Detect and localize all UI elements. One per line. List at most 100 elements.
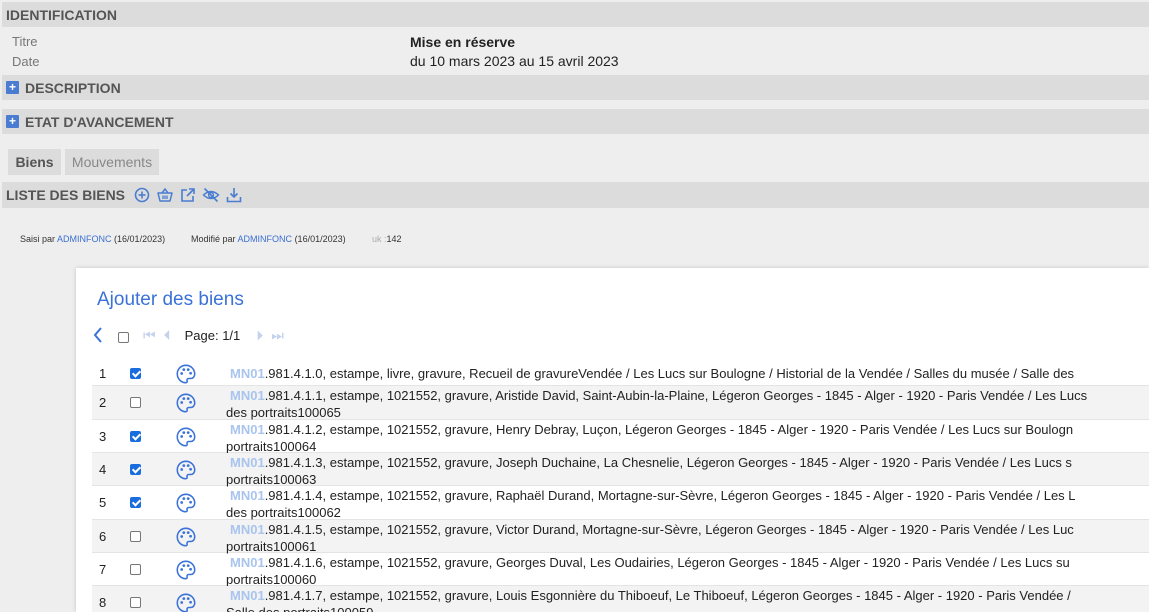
row-checkbox[interactable] — [130, 397, 141, 408]
row-number: 5 — [99, 495, 107, 510]
uk-value: 142 — [386, 234, 402, 244]
item-inventory-text: .981.4.1.7, estampe, 1021552, gravure, L… — [264, 588, 1071, 603]
item-description-line1: MN01.981.4.1.1, estampe, 1021552, gravur… — [226, 387, 1087, 404]
item-inventory-text: .981.4.1.5, estampe, 1021552, gravure, V… — [264, 522, 1074, 537]
row-number: 1 — [99, 366, 107, 381]
item-inventory-text: .981.4.1.4, estampe, 1021552, gravure, R… — [264, 488, 1076, 503]
item-description[interactable]: MN01.981.4.1.6, estampe, 1021552, gravur… — [226, 554, 1070, 588]
table-row[interactable]: 5 MN01.981.4.1.4, estampe, 1021552, gravu… — [92, 486, 1149, 520]
palette-icon[interactable] — [175, 592, 197, 612]
item-description-line2: des portraits100062 — [226, 505, 341, 520]
item-description-line2: des portraits100065 — [226, 405, 341, 420]
item-inventory-text: .981.4.1.2, estampe, 1021552, gravure, H… — [264, 422, 1074, 437]
row-number: 4 — [99, 462, 107, 477]
item-description-line1: MN01.981.4.1.4, estampe, 1021552, gravur… — [226, 487, 1076, 504]
basket-icon[interactable] — [156, 186, 174, 204]
item-inventory-text: .981.4.1.3, estampe, 1021552, gravure, J… — [264, 455, 1072, 470]
palette-icon[interactable] — [175, 559, 197, 581]
modifie-user[interactable]: ADMINFONC — [238, 234, 293, 244]
row-number: 3 — [99, 429, 107, 444]
tab-biens-label[interactable]: Biens — [15, 154, 53, 170]
description-header[interactable]: + DESCRIPTION — [2, 75, 1149, 100]
table-row[interactable]: 7 MN01.981.4.1.6, estampe, 1021552, gravu… — [92, 553, 1149, 588]
item-inventory-prefix: MN01 — [230, 388, 265, 403]
avancement-header[interactable]: + ETAT D'AVANCEMENT — [2, 109, 1149, 134]
item-description-line1: MN01.981.4.1.7, estampe, 1021552, gravur… — [226, 587, 1071, 604]
modifie-info: Modifié par ADMINFONC (16/01/2023) — [191, 234, 346, 244]
date-value: du 10 mars 2023 au 15 avril 2023 — [410, 53, 619, 69]
table-row[interactable]: 6 MN01.981.4.1.5, estampe, 1021552, gravu… — [92, 520, 1149, 555]
next-page-icon[interactable]: ⏵ — [256, 327, 263, 344]
panel-title: Ajouter des biens — [97, 289, 244, 310]
identification-header: IDENTIFICATION — [2, 2, 1149, 27]
palette-icon[interactable] — [175, 392, 197, 414]
item-inventory-prefix: MN01 — [230, 588, 265, 603]
item-description[interactable]: MN01.981.4.1.5, estampe, 1021552, gravur… — [226, 521, 1074, 555]
item-description[interactable]: MN01.981.4.1.7, estampe, 1021552, gravur… — [226, 587, 1071, 612]
back-icon[interactable] — [92, 326, 104, 344]
prev-page-icon[interactable]: ⏴ — [164, 327, 171, 344]
external-link-icon[interactable] — [179, 186, 197, 204]
titre-value: Mise en réserve — [410, 34, 516, 50]
liste-biens-title: LISTE DES BIENS — [6, 187, 126, 203]
table-row[interactable]: 4 MN01.981.4.1.3, estampe, 1021552, gravu… — [92, 453, 1149, 488]
table-row[interactable]: 2 MN01.981.4.1.1, estampe, 1021552, gravu… — [92, 386, 1149, 420]
item-description-line1: MN01.981.4.1.6, estampe, 1021552, gravur… — [226, 554, 1070, 571]
pagination: ⏮ ⏴ Page: 1/1 ⏵ ⏭ — [92, 324, 292, 346]
palette-icon[interactable] — [175, 426, 197, 448]
item-inventory-prefix: MN01 — [230, 555, 265, 570]
item-description-line1: MN01.981.4.1.0, estampe, livre, gravure,… — [226, 365, 1074, 382]
row-number: 8 — [99, 595, 107, 610]
row-checkbox[interactable] — [130, 597, 141, 608]
item-description[interactable]: MN01.981.4.1.3, estampe, 1021552, gravur… — [226, 454, 1072, 488]
last-page-icon[interactable]: ⏭ — [271, 327, 284, 344]
expand-icon[interactable]: + — [6, 115, 19, 128]
table-row[interactable]: 3 MN01.981.4.1.2, estampe, 1021552, gravu… — [92, 420, 1149, 455]
eye-off-icon[interactable] — [202, 186, 220, 204]
item-description[interactable]: MN01.981.4.1.1, estampe, 1021552, gravur… — [226, 387, 1087, 421]
liste-biens-header: LISTE DES BIENS — [2, 182, 1149, 208]
tab-biens[interactable]: Biens — [8, 149, 61, 175]
row-checkbox[interactable] — [130, 497, 141, 508]
item-inventory-prefix: MN01 — [230, 366, 265, 381]
item-inventory-prefix: MN01 — [230, 522, 265, 537]
item-inventory-text: .981.4.1.6, estampe, 1021552, gravure, G… — [264, 555, 1070, 570]
row-checkbox[interactable] — [130, 431, 141, 442]
modifie-date: (16/01/2023) — [294, 234, 346, 244]
table-row[interactable]: 8 MN01.981.4.1.7, estampe, 1021552, gravu… — [92, 586, 1149, 612]
titre-label: Titre — [12, 34, 38, 49]
date-label: Date — [12, 54, 40, 69]
saisi-info: Saisi par ADMINFONC (16/01/2023) — [20, 234, 165, 244]
palette-icon[interactable] — [175, 492, 197, 514]
download-icon[interactable] — [225, 186, 243, 204]
add-circle-icon[interactable] — [133, 186, 151, 204]
row-checkbox[interactable] — [130, 464, 141, 475]
item-inventory-prefix: MN01 — [230, 455, 265, 470]
item-description[interactable]: MN01.981.4.1.0, estampe, livre, gravure,… — [226, 365, 1074, 382]
row-number: 7 — [99, 562, 107, 577]
palette-icon[interactable] — [175, 363, 197, 385]
palette-icon[interactable] — [175, 526, 197, 548]
uk-info: uk :142 — [372, 234, 402, 244]
expand-icon[interactable]: + — [6, 81, 19, 94]
row-checkbox[interactable] — [130, 531, 141, 542]
item-description[interactable]: MN01.981.4.1.2, estampe, 1021552, gravur… — [226, 421, 1073, 455]
item-inventory-prefix: MN01 — [230, 422, 265, 437]
description-title[interactable]: DESCRIPTION — [25, 80, 121, 96]
avancement-title[interactable]: ETAT D'AVANCEMENT — [25, 114, 174, 130]
tab-mouvements[interactable]: Mouvements — [65, 149, 159, 175]
tab-mouvements-label[interactable]: Mouvements — [72, 154, 152, 170]
select-all-checkbox[interactable] — [118, 331, 129, 343]
identification-title: IDENTIFICATION — [6, 6, 117, 23]
first-page-icon[interactable]: ⏮ — [143, 327, 156, 344]
table-row[interactable]: 1 MN01.981.4.1.0, estampe, livre, gravure… — [92, 362, 1149, 386]
item-inventory-text: .981.4.1.0, estampe, livre, gravure, Rec… — [264, 366, 1075, 381]
add-items-panel: Ajouter des biens ⏮ ⏴ Page: 1/1 ⏵ ⏭ 1 MN0… — [76, 268, 1149, 612]
row-checkbox[interactable] — [130, 368, 141, 379]
palette-icon[interactable] — [175, 459, 197, 481]
saisi-user[interactable]: ADMINFONC — [57, 234, 112, 244]
uk-label: uk : — [372, 234, 387, 244]
page-indicator: Page: 1/1 — [184, 327, 241, 343]
row-checkbox[interactable] — [130, 564, 141, 575]
item-description[interactable]: MN01.981.4.1.4, estampe, 1021552, gravur… — [226, 487, 1076, 521]
